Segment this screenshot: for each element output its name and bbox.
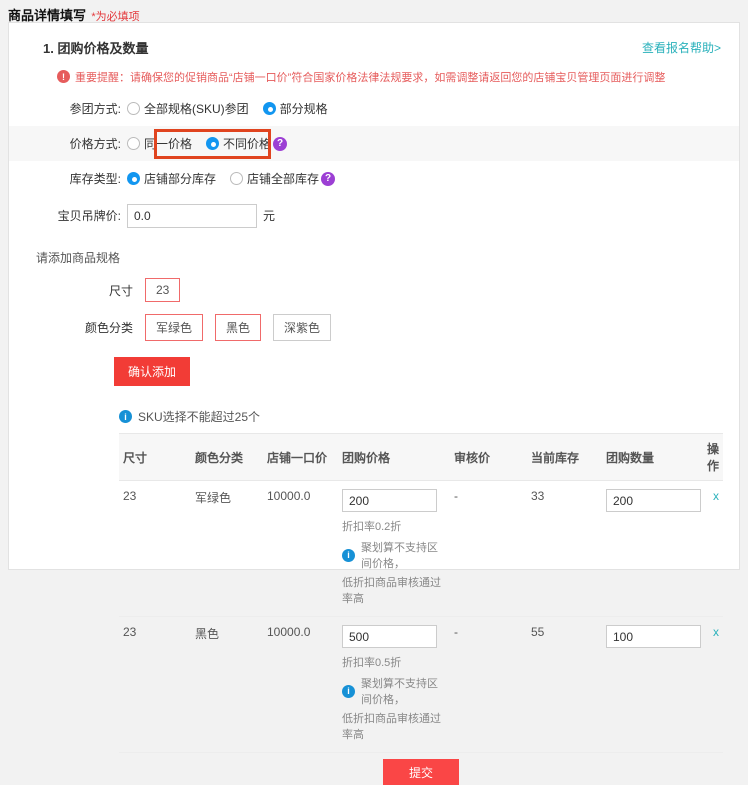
quantity-input[interactable] <box>606 489 701 512</box>
discount-note: 折扣率0.2折 <box>342 518 446 534</box>
price-tip: i 聚划算不支持区间价格， <box>342 539 446 571</box>
delete-row-link[interactable]: x <box>713 625 719 639</box>
cell-color: 黑色 <box>191 617 263 753</box>
price-tip-line2: 低折扣商品审核通过率高 <box>342 574 446 606</box>
stock-type-option-all-label: 店铺全部库存 <box>247 170 319 187</box>
price-tip-line1: 聚划算不支持区间价格， <box>361 675 446 707</box>
submit-area: 提交 <box>119 759 723 785</box>
radio-partial-stock[interactable] <box>127 172 140 185</box>
table-row: 23 黑色 10000.0 折扣率0.5折 i 聚划算不支持区间价格， 低折扣商… <box>119 617 723 753</box>
join-mode-label: 参团方式: <box>9 100 121 117</box>
cell-shop-price: 10000.0 <box>263 617 338 753</box>
stock-type-option-partial-label: 店铺部分库存 <box>144 170 216 187</box>
quantity-input[interactable] <box>606 625 701 648</box>
tag-price-label: 宝贝吊牌价: <box>9 207 121 224</box>
cell-stock: 55 <box>527 617 602 753</box>
col-stock: 当前库存 <box>527 434 602 481</box>
cell-action: x <box>702 617 723 753</box>
color-label: 颜色分类 <box>9 319 133 336</box>
cell-review-price: - <box>450 617 527 753</box>
price-mode-option-same-label: 同一价格 <box>144 135 192 152</box>
cell-size: 23 <box>119 481 191 617</box>
radio-partial-sku[interactable] <box>263 102 276 115</box>
color-row: 颜色分类 军绿色 黑色 深紫色 <box>9 314 739 341</box>
price-tip-line1: 聚划算不支持区间价格， <box>361 539 446 571</box>
price-law-warning: ! 重要提醒：请确保您的促销商品“店铺一口价”符合国家价格法律法规要求，如需调整… <box>57 69 721 85</box>
col-size: 尺寸 <box>119 434 191 481</box>
spec-note: 请添加商品规格 <box>36 249 739 266</box>
sku-limit-note: i SKU选择不能超过25个 <box>119 408 739 425</box>
col-shop-price: 店铺一口价 <box>263 434 338 481</box>
confirm-add-button[interactable]: 确认添加 <box>114 357 190 386</box>
page-header: 商品详情填写 *为必填项 <box>0 0 748 24</box>
size-chip-23[interactable]: 23 <box>145 278 180 302</box>
radio-same-price[interactable] <box>127 137 140 150</box>
size-row: 尺寸 23 <box>9 278 739 302</box>
radio-all-sku[interactable] <box>127 102 140 115</box>
group-price-input[interactable] <box>342 625 437 648</box>
tag-price-input[interactable] <box>127 204 257 228</box>
radio-all-stock[interactable] <box>230 172 243 185</box>
color-chip-dark-purple[interactable]: 深紫色 <box>273 314 331 341</box>
price-mode-help-icon[interactable]: ? <box>273 137 287 151</box>
cell-shop-price: 10000.0 <box>263 481 338 617</box>
cell-group-price: 折扣率0.2折 i 聚划算不支持区间价格， 低折扣商品审核通过率高 <box>338 481 450 617</box>
cell-quantity <box>602 617 702 753</box>
cell-stock: 33 <box>527 481 602 617</box>
info-icon: i <box>119 410 132 423</box>
table-row: 23 军绿色 10000.0 折扣率0.2折 i 聚划算不支持区间价格， 低折扣… <box>119 481 723 617</box>
cell-color: 军绿色 <box>191 481 263 617</box>
join-mode-option-all-label: 全部规格(SKU)参团 <box>144 100 249 117</box>
info-icon: i <box>342 549 355 562</box>
col-color: 颜色分类 <box>191 434 263 481</box>
join-mode-option-partial-label: 部分规格 <box>280 100 328 117</box>
cell-size: 23 <box>119 617 191 753</box>
radio-different-price[interactable] <box>206 137 219 150</box>
group-buy-panel: 1. 团购价格及数量 查看报名帮助> ! 重要提醒：请确保您的促销商品“店铺一口… <box>8 22 740 570</box>
warning-icon: ! <box>57 70 70 83</box>
color-chip-black[interactable]: 黑色 <box>215 314 261 341</box>
sku-limit-text: SKU选择不能超过25个 <box>138 408 260 425</box>
col-action: 操作 <box>702 434 723 481</box>
stock-type-row: 库存类型: 店铺部分库存 店铺全部库存 ? <box>9 161 739 196</box>
delete-row-link[interactable]: x <box>713 489 719 503</box>
color-chip-army-green[interactable]: 军绿色 <box>145 314 203 341</box>
price-mode-label: 价格方式: <box>9 135 121 152</box>
tag-price-unit: 元 <box>263 207 275 224</box>
price-mode-option-different-label: 不同价格 <box>223 135 271 152</box>
cell-action: x <box>702 481 723 617</box>
group-price-input[interactable] <box>342 489 437 512</box>
join-mode-row: 参团方式: 全部规格(SKU)参团 部分规格 <box>9 91 739 126</box>
col-review-price: 审核价 <box>450 434 527 481</box>
cell-quantity <box>602 481 702 617</box>
page-title: 商品详情填写 <box>8 8 86 23</box>
cell-group-price: 折扣率0.5折 i 聚划算不支持区间价格， 低折扣商品审核通过率高 <box>338 617 450 753</box>
join-mode-option-all[interactable]: 全部规格(SKU)参团 <box>127 100 249 117</box>
table-header-row: 尺寸 颜色分类 店铺一口价 团购价格 审核价 当前库存 团购数量 操作 <box>119 434 723 481</box>
join-mode-option-partial[interactable]: 部分规格 <box>263 100 328 117</box>
size-label: 尺寸 <box>9 282 133 299</box>
cell-review-price: - <box>450 481 527 617</box>
price-mode-option-different[interactable]: 不同价格 ? <box>206 135 287 152</box>
tag-price-row: 宝贝吊牌价: 元 <box>9 198 739 233</box>
price-tip: i 聚划算不支持区间价格， <box>342 675 446 707</box>
sku-table: 尺寸 颜色分类 店铺一口价 团购价格 审核价 当前库存 团购数量 操作 23 军… <box>119 433 723 753</box>
col-group-price: 团购价格 <box>338 434 450 481</box>
col-quantity: 团购数量 <box>602 434 702 481</box>
stock-type-help-icon[interactable]: ? <box>321 172 335 186</box>
section-title: 1. 团购价格及数量 <box>43 38 148 57</box>
discount-note: 折扣率0.5折 <box>342 654 446 670</box>
section-header: 1. 团购价格及数量 查看报名帮助> <box>9 23 739 65</box>
stock-type-label: 库存类型: <box>9 170 121 187</box>
stock-type-option-all[interactable]: 店铺全部库存 ? <box>230 170 335 187</box>
price-tip-line2: 低折扣商品审核通过率高 <box>342 710 446 742</box>
price-mode-option-same[interactable]: 同一价格 <box>127 135 192 152</box>
signup-help-link[interactable]: 查看报名帮助> <box>642 39 721 56</box>
info-icon: i <box>342 685 355 698</box>
submit-button[interactable]: 提交 <box>383 759 459 785</box>
price-mode-row: 价格方式: 同一价格 不同价格 ? <box>9 126 739 161</box>
stock-type-option-partial[interactable]: 店铺部分库存 <box>127 170 216 187</box>
warning-text: 重要提醒：请确保您的促销商品“店铺一口价”符合国家价格法律法规要求，如需调整请返… <box>75 69 665 85</box>
